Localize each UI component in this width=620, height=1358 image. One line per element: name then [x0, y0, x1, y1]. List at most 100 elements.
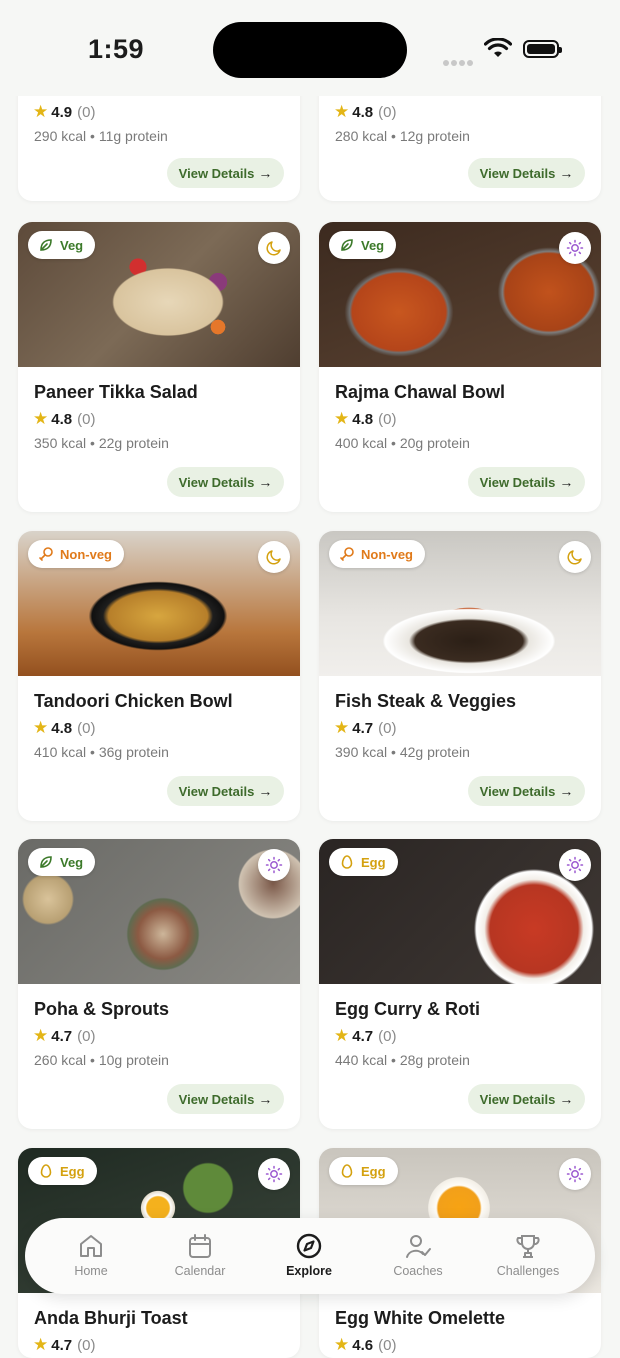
- diet-badge: Veg: [28, 848, 96, 876]
- diet-badge: Veg: [28, 231, 96, 259]
- nutrition-info: 410 kcal • 36g protein: [34, 744, 169, 760]
- meal-time-badge: [559, 541, 591, 573]
- star-icon: ★: [334, 409, 350, 428]
- meal-card[interactable]: Veg Rajma Chawal Bowl ★ 4.8 (0) 400 kcal • 20…: [319, 222, 601, 512]
- rating: ★ 4.7 (0): [33, 1335, 96, 1354]
- trophy-icon: [516, 1235, 540, 1258]
- nutrition-info: 260 kcal • 10g protein: [34, 1052, 169, 1068]
- diet-badge: Non-veg: [329, 540, 425, 568]
- egg-icon: [341, 1164, 353, 1178]
- view-details-button[interactable]: View Details →: [167, 1084, 284, 1114]
- home-icon: [80, 1235, 102, 1257]
- star-icon: ★: [33, 718, 49, 737]
- diet-badge: Egg: [329, 848, 398, 876]
- meal-name: Egg Curry & Roti: [335, 999, 481, 1019]
- view-details-button[interactable]: View Details →: [167, 467, 284, 497]
- egg-icon: [40, 1164, 52, 1178]
- rating: ★ 4.8 (0): [33, 718, 96, 737]
- meal-time-badge: [258, 232, 290, 264]
- diet-badge: Egg: [329, 1157, 398, 1185]
- nutrition-info: 280 kcal • 12g protein: [335, 128, 470, 144]
- meal-time-badge: [559, 849, 591, 881]
- calendar-icon: [189, 1234, 211, 1258]
- drumstick-icon: [340, 547, 354, 561]
- nutrition-info: 290 kcal • 11g protein: [34, 128, 168, 144]
- star-icon: ★: [334, 1026, 350, 1045]
- leaf-icon: [40, 856, 52, 868]
- star-icon: ★: [33, 1335, 49, 1354]
- diet-badge: Egg: [28, 1157, 97, 1185]
- leaf-icon: [40, 239, 52, 251]
- compass-icon: [296, 1233, 322, 1259]
- sun-icon: [265, 1165, 283, 1183]
- meal-name: Anda Bhurji Toast: [34, 1308, 188, 1328]
- sun-icon: [566, 856, 584, 874]
- moon-icon: [266, 241, 281, 256]
- tab-calendar[interactable]: Calendar: [150, 1232, 250, 1278]
- rating: ★ 4.8 (0): [334, 102, 397, 121]
- clock: 1:59: [88, 34, 145, 64]
- coach-icon: [406, 1235, 431, 1258]
- meal-card[interactable]: Veg Poha & Sprouts ★ 4.7 (0) 260 kcal • 10g p…: [18, 839, 300, 1129]
- view-details-button[interactable]: View Details →: [468, 776, 585, 806]
- signal-icon: [443, 53, 475, 66]
- meal-time-badge: [258, 1158, 290, 1190]
- meal-name: Poha & Sprouts: [34, 999, 170, 1019]
- star-icon: ★: [334, 102, 350, 121]
- meal-name: Egg White Omelette: [335, 1308, 506, 1328]
- star-icon: ★: [33, 1026, 49, 1045]
- meal-card[interactable]: Egg Egg Curry & Roti ★ 4.7 (0) 440 kcal • 28g…: [319, 839, 601, 1129]
- nutrition-info: 440 kcal • 28g protein: [335, 1052, 470, 1068]
- arrow-right-icon: →: [559, 474, 574, 490]
- tab-explore[interactable]: Explore: [259, 1232, 359, 1278]
- rating: ★ 4.6 (0): [334, 1335, 397, 1354]
- view-details-button[interactable]: View Details →: [468, 1084, 585, 1114]
- diet-badge: Non-veg: [28, 540, 124, 568]
- nutrition-info: 350 kcal • 22g protein: [34, 435, 169, 451]
- egg-icon: [341, 855, 353, 869]
- view-details-button[interactable]: View Details →: [468, 467, 585, 497]
- star-icon: ★: [334, 718, 350, 737]
- star-icon: ★: [334, 1335, 350, 1354]
- arrow-right-icon: →: [559, 165, 574, 181]
- dynamic-island: [213, 22, 407, 78]
- tab-home[interactable]: Home: [41, 1232, 141, 1278]
- moon-icon: [567, 550, 582, 565]
- meal-name: Fish Steak & Veggies: [335, 691, 517, 711]
- star-icon: ★: [33, 409, 49, 428]
- rating: ★ 4.7 (0): [33, 1026, 96, 1045]
- sun-icon: [566, 239, 584, 257]
- view-details-button[interactable]: View Details →: [468, 158, 585, 188]
- arrow-right-icon: →: [258, 165, 273, 181]
- rating: ★ 4.8 (0): [334, 409, 397, 428]
- sun-icon: [566, 1165, 584, 1183]
- status-bar: 1:59: [0, 0, 620, 96]
- arrow-right-icon: →: [258, 1091, 273, 1107]
- rating: ★ 4.9 (0): [33, 102, 96, 121]
- rating: ★ 4.8 (0): [33, 409, 96, 428]
- leaf-icon: [341, 239, 353, 251]
- moon-icon: [266, 550, 281, 565]
- battery-icon: [523, 40, 562, 58]
- meal-name: Rajma Chawal Bowl: [335, 382, 506, 402]
- meal-name: Paneer Tikka Salad: [34, 382, 198, 402]
- tab-coaches[interactable]: Coaches: [368, 1232, 468, 1278]
- wifi-icon: [484, 38, 512, 57]
- meal-time-badge: [559, 232, 591, 264]
- meal-card[interactable]: Non-veg Tandoori Chicken Bowl ★ 4.8 (0) 410 k…: [18, 531, 300, 821]
- arrow-right-icon: →: [559, 1091, 574, 1107]
- nutrition-info: 390 kcal • 42g protein: [335, 744, 470, 760]
- tab-bar: Home Calendar Explore Coaches Challenges: [25, 1218, 595, 1294]
- meal-time-badge: [258, 541, 290, 573]
- view-details-button[interactable]: View Details →: [167, 776, 284, 806]
- arrow-right-icon: →: [258, 783, 273, 799]
- rating: ★ 4.7 (0): [334, 718, 397, 737]
- view-details-button[interactable]: View Details →: [167, 158, 284, 188]
- drumstick-icon: [39, 547, 53, 561]
- tab-challenges[interactable]: Challenges: [478, 1232, 578, 1278]
- meal-card[interactable]: Non-veg Fish Steak & Veggies ★ 4.7 (0) 390 kc…: [319, 531, 601, 821]
- meal-card[interactable]: Veg Paneer Tikka Salad ★ 4.8 (0) 350 kcal • 2…: [18, 222, 300, 512]
- rating: ★ 4.7 (0): [334, 1026, 397, 1045]
- star-icon: ★: [33, 102, 49, 121]
- meal-name: Tandoori Chicken Bowl: [34, 691, 233, 711]
